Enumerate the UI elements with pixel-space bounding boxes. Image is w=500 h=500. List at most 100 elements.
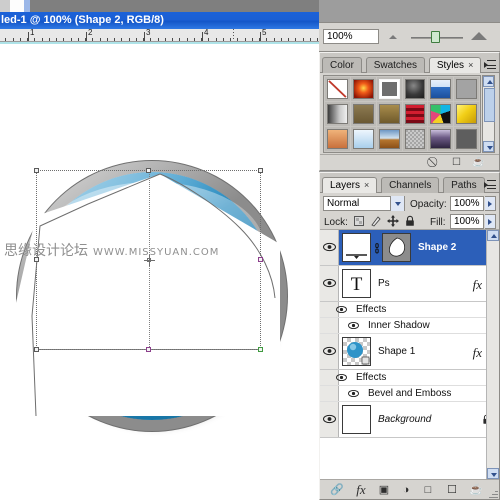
transform-handle-bottom-left[interactable] xyxy=(34,347,39,352)
delete-style-icon[interactable]: ☕ xyxy=(472,157,485,169)
canvas[interactable]: Ps 思缘设计论坛WWW.MISSYUAN.COM xyxy=(0,44,319,500)
style-swatch-light-blue-sky[interactable] xyxy=(350,127,376,151)
layer-list[interactable]: Shape 2 T Ps fx Effects Inner Shadow Sha… xyxy=(320,230,499,479)
eye-icon[interactable] xyxy=(348,389,361,399)
panel-resize-grip[interactable] xyxy=(489,489,498,498)
layer-name[interactable]: Shape 2 xyxy=(418,242,456,253)
layer-row-inner-shadow[interactable]: Inner Shadow xyxy=(320,318,499,334)
layer-row-effects-group-2[interactable]: Effects xyxy=(320,370,499,386)
link-icon[interactable] xyxy=(374,243,379,254)
style-swatch-noise-grey[interactable] xyxy=(402,127,428,151)
tab-paths[interactable]: Paths xyxy=(443,177,485,193)
tab-styles[interactable]: Styles × xyxy=(428,57,482,73)
style-swatch-rainbow-splash[interactable] xyxy=(428,102,454,126)
style-swatch-olive-tan[interactable] xyxy=(350,102,376,126)
new-adjustment-layer-icon[interactable]: ◑ xyxy=(398,483,414,497)
layer-name[interactable]: Shape 1 xyxy=(378,346,415,357)
styles-scroll-thumb[interactable] xyxy=(484,88,495,122)
layer-row-ps-type[interactable]: T Ps fx xyxy=(320,266,499,302)
style-swatch-none[interactable] xyxy=(325,77,350,101)
layer-row-effects-group-1[interactable]: Effects xyxy=(320,302,499,318)
layer-thumbnail[interactable]: T xyxy=(342,269,371,298)
transform-handle-middle-right[interactable] xyxy=(258,257,263,262)
link-layers-icon[interactable]: 🔗 xyxy=(328,483,346,497)
eye-icon[interactable] xyxy=(323,414,336,424)
eye-icon[interactable] xyxy=(323,242,336,252)
clear-style-icon[interactable]: ⃠ xyxy=(428,157,441,169)
layers-scrollbar[interactable] xyxy=(486,230,499,479)
transform-bounding-box[interactable] xyxy=(34,168,263,352)
layer-thumbnail[interactable] xyxy=(342,233,371,262)
styles-panel-menu-icon[interactable] xyxy=(484,60,496,71)
tab-color[interactable]: Color xyxy=(322,57,362,73)
style-swatch-orange-gradient[interactable] xyxy=(325,127,350,151)
fill-stepper-icon[interactable] xyxy=(485,214,496,229)
style-swatch-sunset-strip[interactable] xyxy=(376,127,402,151)
style-swatch-red-glow[interactable] xyxy=(350,77,376,101)
zoom-slider-thumb[interactable] xyxy=(431,31,440,43)
style-swatch-steel-fade[interactable] xyxy=(325,102,350,126)
style-swatch-gold-tan[interactable] xyxy=(376,102,402,126)
transform-handle-middle-left[interactable] xyxy=(34,257,39,262)
tab-layers[interactable]: Layers × xyxy=(322,177,378,193)
layers-scroll-down-icon[interactable] xyxy=(487,468,499,479)
delete-layer-icon[interactable]: ☕ xyxy=(468,483,484,497)
zoom-out-icon[interactable] xyxy=(389,35,397,39)
style-swatch-blue-gloss[interactable] xyxy=(428,77,454,101)
eye-icon[interactable] xyxy=(348,321,361,331)
layer-row-shape-2[interactable]: Shape 2 xyxy=(320,230,499,266)
new-layer-icon[interactable]: ☐ xyxy=(444,483,460,497)
layer-row-bevel-and-emboss[interactable]: Bevel and Emboss xyxy=(320,386,499,402)
fill-input[interactable]: 100% xyxy=(450,214,484,229)
opacity-stepper-icon[interactable] xyxy=(485,196,496,211)
style-swatch-dark-slate[interactable] xyxy=(454,127,479,151)
layer-name[interactable]: Background xyxy=(378,414,431,425)
transform-handle-bottom-center[interactable] xyxy=(145,347,151,352)
opacity-input[interactable]: 100% xyxy=(450,196,484,211)
lock-transparent-pixels-icon[interactable] xyxy=(353,215,365,227)
styles-scroll-up-icon[interactable] xyxy=(483,76,494,87)
layer-row-background[interactable]: Background xyxy=(320,402,499,438)
transform-handle-top-right[interactable] xyxy=(258,168,263,173)
style-swatch-dark-sphere[interactable] xyxy=(402,77,428,101)
transform-handle-top-left[interactable] xyxy=(34,168,39,173)
layer-effects-fx-icon[interactable]: fx xyxy=(473,345,482,361)
new-group-icon[interactable]: □ xyxy=(420,483,436,497)
zoom-in-icon[interactable] xyxy=(471,32,487,40)
style-swatch-purple-bar[interactable] xyxy=(428,127,454,151)
eye-icon[interactable] xyxy=(323,278,336,288)
add-layer-style-icon[interactable]: fx xyxy=(352,483,370,497)
tab-swatches[interactable]: Swatches xyxy=(365,57,426,73)
vector-mask-thumbnail[interactable] xyxy=(382,233,411,262)
eye-icon[interactable] xyxy=(336,305,349,315)
zoom-level-input[interactable]: 100% xyxy=(323,29,379,44)
eye-icon[interactable] xyxy=(323,346,336,356)
add-layer-mask-icon[interactable]: ▣ xyxy=(376,483,392,497)
layer-thumbnail[interactable] xyxy=(342,405,371,434)
layer-name[interactable]: Ps xyxy=(378,278,390,289)
lock-position-icon[interactable] xyxy=(387,215,399,227)
chevron-down-icon[interactable] xyxy=(390,196,404,211)
styles-scrollbar[interactable] xyxy=(482,75,495,153)
style-swatch-red-stripe[interactable] xyxy=(402,102,428,126)
blend-mode-select[interactable]: Normal xyxy=(323,196,405,211)
tab-layers-close-icon[interactable]: × xyxy=(364,180,369,190)
lock-image-pixels-icon[interactable] xyxy=(370,215,382,227)
layer-effects-fx-icon[interactable]: fx xyxy=(473,277,482,293)
lock-all-icon[interactable] xyxy=(404,215,416,227)
layer-thumbnail[interactable] xyxy=(342,337,371,366)
styles-swatch-grid[interactable] xyxy=(323,75,481,153)
tab-channels[interactable]: Channels xyxy=(381,177,440,193)
transform-handle-top-center[interactable] xyxy=(145,168,151,173)
document-titlebar[interactable]: led-1 @ 100% (Shape 2, RGB/8) xyxy=(0,12,319,29)
transform-handle-bottom-right[interactable] xyxy=(258,347,263,352)
layers-scroll-up-icon[interactable] xyxy=(487,230,499,241)
new-style-icon[interactable]: ☐ xyxy=(450,157,463,169)
style-swatch-yellow-satin[interactable] xyxy=(454,102,479,126)
tab-styles-close-icon[interactable]: × xyxy=(468,60,473,70)
horizontal-ruler[interactable]: 1 2 3 4 5 xyxy=(0,29,319,42)
layer-row-shape-1[interactable]: Shape 1 fx xyxy=(320,334,499,370)
layers-panel-menu-icon[interactable] xyxy=(484,180,496,191)
style-swatch-flat-grey[interactable] xyxy=(454,77,479,101)
style-swatch-grey-bevel[interactable] xyxy=(376,77,402,101)
